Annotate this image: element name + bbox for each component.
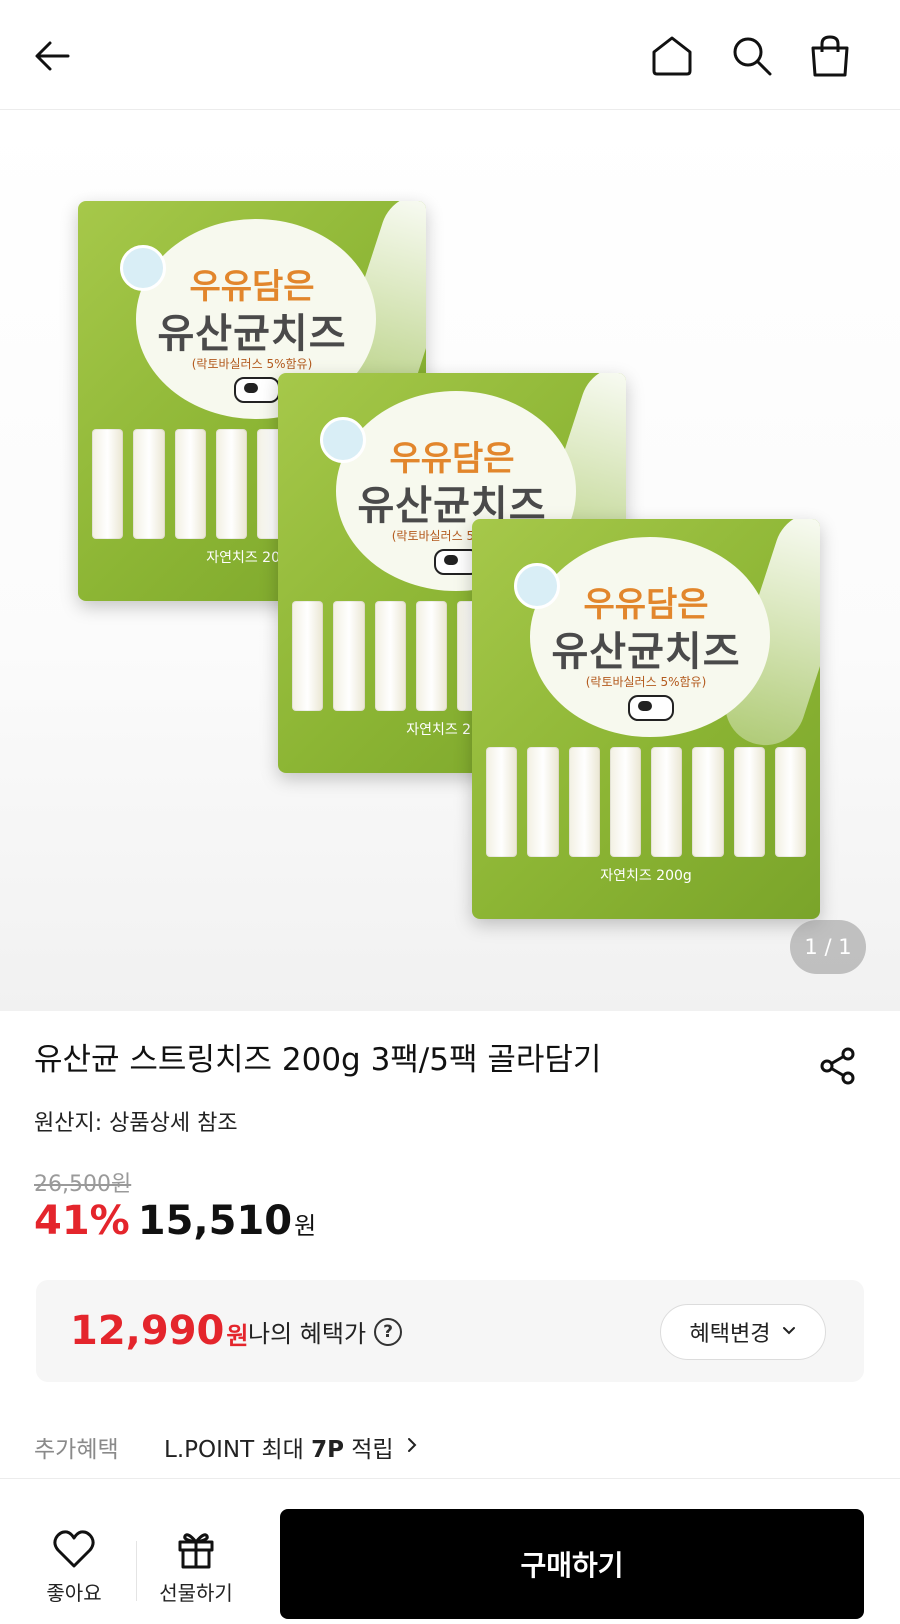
discount-rate: 41% [34,1198,130,1244]
package-text: 유산균치즈 [551,629,741,675]
share-button[interactable] [812,1040,864,1092]
change-benefit-label: 혜택변경 [689,1322,771,1347]
extra-benefit-points: 7P [311,1437,344,1463]
currency-unit: 원 [226,1322,249,1350]
heart-icon [53,1530,95,1568]
product-title: 유산균 스트링치즈 200g 3팩/5팩 골라담기 [34,1042,602,1078]
extra-benefit-value: L.POINT 최대 7P 적립 [164,1430,394,1464]
image-counter: 1 / 1 [790,920,866,974]
search-button[interactable] [726,30,778,82]
package-text: (락토바실러스 5%함유) [585,675,707,689]
package-text: 자연치즈 200g [600,868,692,884]
divider [136,1541,137,1601]
benefit-price: 12,990원 [70,1308,248,1354]
cow-illustration [628,695,674,721]
cow-illustration [234,377,280,403]
original-price: 26,500원 [34,1172,132,1197]
buy-button[interactable]: 구매하기 [280,1509,864,1619]
chevron-right-icon [406,1436,418,1459]
home-button[interactable] [646,30,698,82]
share-icon [820,1047,855,1085]
benefit-label-text: 나의 혜택가 [248,1320,367,1348]
chevron-down-icon [782,1324,796,1340]
extra-benefit-suffix: 적립 [343,1437,394,1463]
gift-label: 선물하기 [159,1581,233,1605]
home-icon [652,36,692,76]
arrow-left-icon [35,41,70,71]
package-text: 유산균치즈 [157,311,347,357]
like-label: 좋아요 [46,1581,102,1605]
benefit-label: 나의 혜택가 ? [248,1314,403,1349]
gift-button[interactable]: 선물하기 [146,1527,246,1606]
top-app-bar [0,0,900,110]
gift-icon [178,1533,214,1569]
shopping-bag-icon [811,35,849,77]
product-image[interactable]: 우유담은 유산균치즈 (락토바실러스 5%함유) 자연치즈 200g 우유담은 … [0,111,900,1011]
sale-price: 15,510 [137,1198,293,1244]
back-button[interactable] [26,30,78,82]
cheese-package-image: 우유담은 유산균치즈 (락토바실러스 5%함유) 자연치즈 200g [472,519,820,919]
extra-benefit-label: 추가혜택 [34,1437,119,1463]
extra-benefit-row[interactable]: 추가혜택 L.POINT 최대 7P 적립 [34,1430,418,1464]
question-circle-icon[interactable]: ? [374,1317,403,1346]
bottom-action-bar: 좋아요 선물하기 구매하기 [0,1478,900,1624]
origin-text: 원산지: 상품상세 참조 [34,1111,238,1136]
extra-benefit-prefix: L.POINT 최대 [164,1437,312,1463]
benefit-price-value: 12,990 [70,1308,225,1354]
search-icon [733,37,772,76]
price-row: 41% 15,510 원 [34,1198,316,1244]
package-text: (락토바실러스 5%함유) [191,357,313,371]
cart-button[interactable] [804,30,856,82]
benefit-price-box: 12,990원 나의 혜택가 ? 혜택변경 [36,1280,864,1382]
change-benefit-button[interactable]: 혜택변경 [660,1304,826,1360]
currency-unit: 원 [294,1212,317,1240]
like-button[interactable]: 좋아요 [24,1527,124,1606]
